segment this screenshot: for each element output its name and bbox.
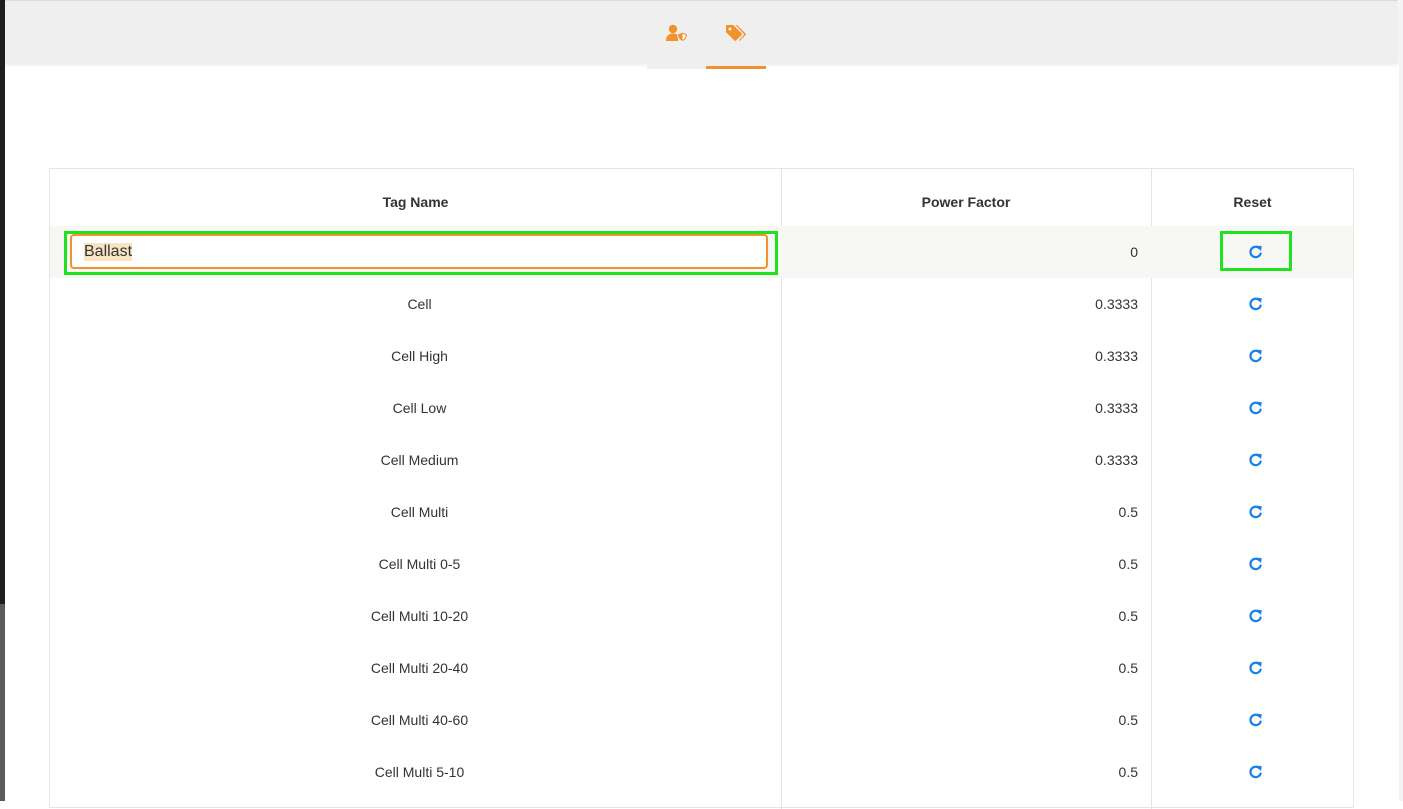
power-factor-cell[interactable]: 0.5 [781,538,1138,590]
refresh-icon [1249,349,1262,363]
table-row[interactable]: Cell Multi 5-10 0.5 [50,746,1353,798]
left-window-edge [0,0,5,604]
refresh-icon [1249,245,1262,259]
tags-icon [726,25,746,41]
reset-button[interactable] [1220,694,1292,746]
column-header-power-factor[interactable]: Power Factor [781,169,1151,226]
table-row[interactable]: Cell Multi 20-40 0.5 [50,642,1353,694]
table-row[interactable]: Cell Low 0.3333 [50,382,1353,434]
refresh-icon [1249,453,1262,467]
power-factor-cell[interactable]: 0.3333 [781,434,1138,486]
table-row[interactable]: Cell 0.3333 [50,278,1353,330]
power-factor-cell[interactable]: 0.3333 [781,278,1138,330]
reset-button[interactable] [1220,330,1292,382]
refresh-icon [1249,297,1262,311]
table-header: Tag Name Power Factor Reset [50,169,1353,227]
right-scroll-gutter [1399,0,1403,801]
table-row[interactable]: Cell Medium 0.3333 [50,434,1353,486]
table-row[interactable]: Cell Multi 0-5 0.5 [50,538,1353,590]
table-row[interactable]: Ballast 0 [50,226,1353,278]
tag-name-cell[interactable]: Cell Medium [50,434,789,486]
tag-name-cell[interactable]: Cell High [50,330,789,382]
tag-name-cell[interactable]: Cell [50,278,789,330]
power-factor-cell[interactable]: 0.5 [781,642,1138,694]
power-factor-cell[interactable]: 0 [781,226,1138,278]
tag-power-factor-table: Tag Name Power Factor Reset Ballast 0 Cell… [49,168,1354,809]
tag-name-cell[interactable]: Cell Multi 5-10 [50,746,789,798]
tag-name-cell[interactable]: Cell Multi 10-20 [50,590,789,642]
reset-button[interactable] [1220,226,1292,278]
top-tab-bar [5,0,1398,69]
refresh-icon [1249,609,1262,623]
reset-button[interactable] [1220,434,1292,486]
tag-name-cell[interactable]: Cell Multi 40-60 [50,694,789,746]
power-factor-cell[interactable]: 0.5 [781,590,1138,642]
refresh-icon [1249,557,1262,571]
refresh-icon [1249,401,1262,415]
table-row[interactable]: Cell Multi 10-20 0.5 [50,590,1353,642]
user-shield-icon [666,24,688,42]
reset-button[interactable] [1220,642,1292,694]
tag-name-cell[interactable]: Cell Multi 0-5 [50,538,789,590]
power-factor-cell[interactable]: 0.5 [781,486,1138,538]
tag-name-cell[interactable]: Cell Multi 20-40 [50,642,789,694]
reset-button[interactable] [1220,590,1292,642]
reset-button[interactable] [1220,746,1292,798]
column-header-reset: Reset [1233,194,1272,210]
refresh-icon [1249,661,1262,675]
reset-button[interactable] [1220,382,1292,434]
tag-name-cell[interactable]: Cell Low [50,382,789,434]
table-row[interactable]: Cell Multi 0.5 [50,486,1353,538]
power-factor-cell[interactable]: 0.5 [781,746,1138,798]
table-row[interactable]: Cell High 0.3333 [50,330,1353,382]
tag-name-cell[interactable]: Cell Multi [50,486,789,538]
tag-name-input-value: Ballast [84,242,133,261]
tag-name-input[interactable]: Ballast [70,234,768,269]
table-row[interactable]: Cell Multi 40-60 0.5 [50,694,1353,746]
column-header-tag-name[interactable]: Tag Name [50,169,781,226]
power-factor-cell[interactable]: 0.3333 [781,330,1138,382]
left-window-edge-lower [0,604,5,801]
refresh-icon [1249,505,1262,519]
refresh-icon [1249,713,1262,727]
reset-button[interactable] [1220,486,1292,538]
power-factor-cell[interactable]: 0.5 [781,694,1138,746]
tab-user-permissions[interactable] [647,1,707,69]
reset-button[interactable] [1220,538,1292,590]
reset-button[interactable] [1220,278,1292,330]
tab-tags[interactable] [706,1,766,69]
power-factor-cell[interactable]: 0.3333 [781,382,1138,434]
refresh-icon [1249,765,1262,779]
